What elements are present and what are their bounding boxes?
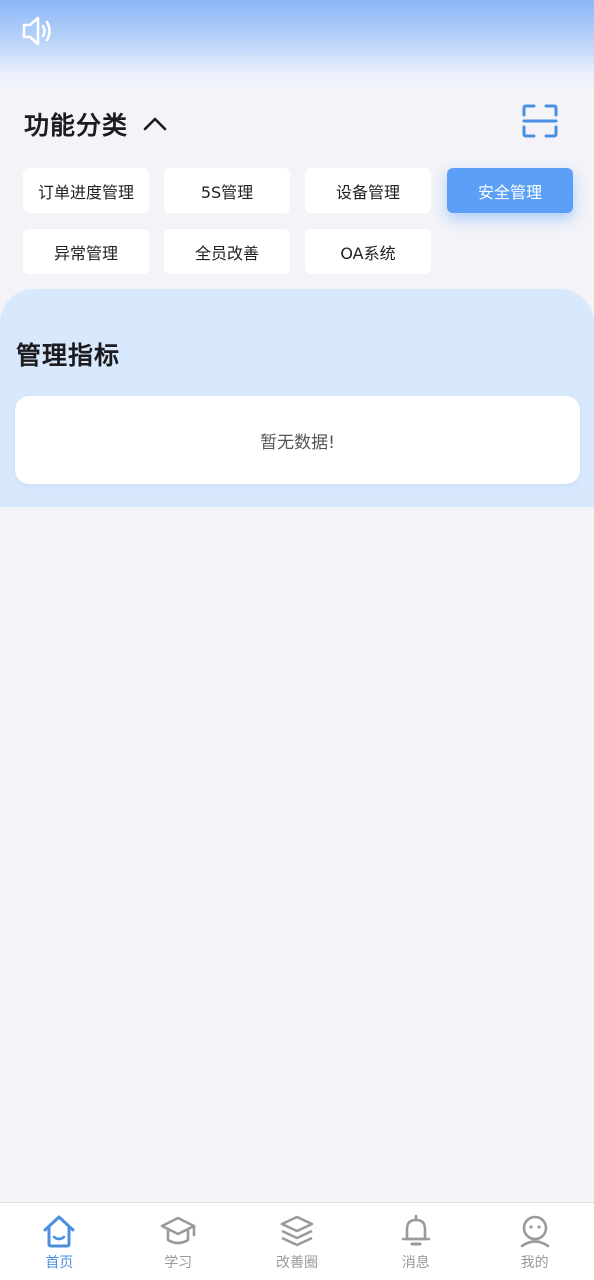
metrics-title: 管理指标	[16, 341, 121, 370]
bell-icon	[401, 1214, 431, 1246]
bottom-tab-bar: 首页 学习 改善圈 消息 我的	[0, 1202, 594, 1280]
chip-label: 全员改善	[194, 243, 259, 263]
header-background	[0, 0, 594, 90]
chevron-up-icon[interactable]	[140, 109, 170, 139]
tab-label: 我的	[520, 1255, 549, 1271]
user-icon	[520, 1215, 549, 1248]
tab-improvement-circle[interactable]: 改善圈	[238, 1203, 357, 1280]
function-order-progress[interactable]: 订单进度管理	[23, 168, 149, 213]
tab-label: 学习	[164, 1255, 193, 1271]
chip-label: 5S管理	[200, 182, 254, 202]
chip-label: 异常管理	[53, 243, 118, 263]
metrics-empty-card: 暂无数据!	[15, 396, 580, 484]
function-all-staff-improvement[interactable]: 全员改善	[164, 229, 290, 274]
function-safety[interactable]: 安全管理	[447, 168, 573, 213]
function-oa-system[interactable]: OA系统	[305, 229, 431, 274]
speaker-icon[interactable]	[20, 14, 56, 48]
chip-label: OA系统	[340, 243, 396, 263]
layers-icon	[280, 1215, 314, 1247]
function-equipment[interactable]: 设备管理	[305, 168, 431, 213]
tab-label: 首页	[45, 1255, 74, 1271]
chip-label: 设备管理	[335, 182, 400, 202]
home-icon	[43, 1215, 75, 1248]
tab-learning[interactable]: 学习	[119, 1203, 238, 1280]
tab-label: 消息	[401, 1255, 430, 1271]
scan-icon[interactable]	[520, 102, 560, 140]
tab-home[interactable]: 首页	[0, 1203, 119, 1280]
function-category-title: 功能分类	[24, 111, 129, 140]
chip-label: 订单进度管理	[37, 182, 134, 202]
tab-label: 改善圈	[275, 1255, 318, 1271]
graduation-cap-icon	[160, 1216, 196, 1245]
tab-mine[interactable]: 我的	[475, 1203, 594, 1280]
tab-messages[interactable]: 消息	[356, 1203, 475, 1280]
function-5s[interactable]: 5S管理	[164, 168, 290, 213]
empty-state-text: 暂无数据!	[260, 432, 335, 453]
function-exception[interactable]: 异常管理	[23, 229, 149, 274]
chip-label: 安全管理	[477, 182, 542, 202]
function-category-header[interactable]: 功能分类	[24, 104, 170, 144]
